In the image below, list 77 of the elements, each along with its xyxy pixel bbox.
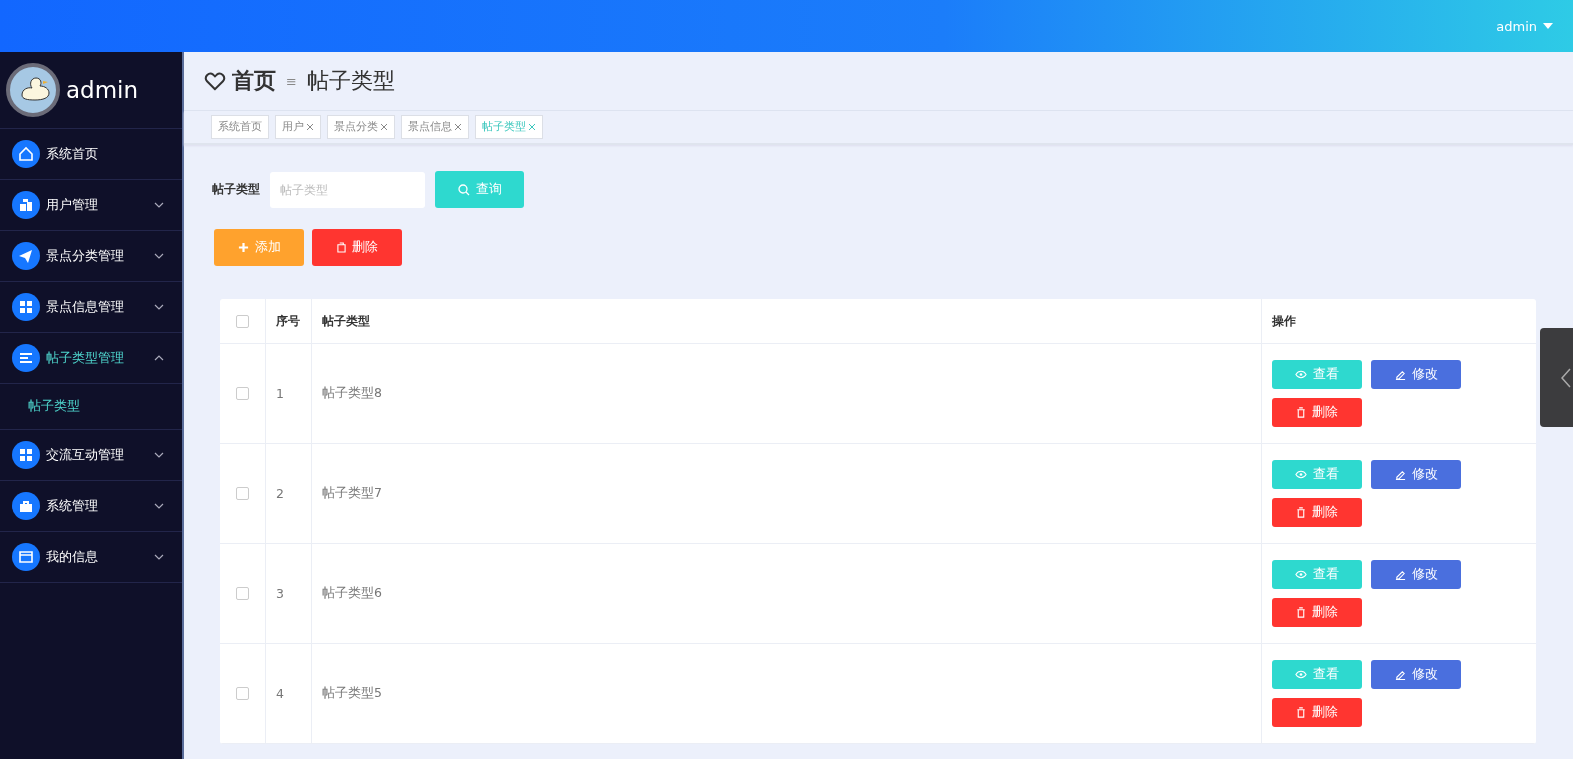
list-icon (12, 344, 40, 372)
caret-icon (1543, 23, 1553, 29)
avatar-icon (6, 63, 60, 117)
eye-icon (1295, 470, 1307, 479)
delete-button[interactable]: 删除 (1272, 498, 1362, 527)
row-checkbox[interactable] (236, 687, 249, 700)
edit-button[interactable]: 修改 (1371, 460, 1461, 489)
eye-icon (1295, 370, 1307, 379)
delete-button[interactable]: 删除 (1272, 598, 1362, 627)
heart-icon (204, 71, 226, 91)
column-header: 帖子类型 (312, 299, 1262, 343)
delete-button[interactable]: 删除 (1272, 698, 1362, 727)
breadcrumb-current: 帖子类型 (306, 67, 395, 95)
plane-icon (12, 242, 40, 270)
close-icon[interactable] (306, 123, 314, 131)
select-all-checkbox[interactable] (236, 314, 249, 328)
breadcrumb-separator: ≡ (286, 73, 297, 89)
home-icon (12, 140, 40, 168)
plus-icon (237, 242, 249, 253)
edit-button[interactable]: 修改 (1371, 560, 1461, 589)
breadcrumb-link[interactable]: 首页 (232, 66, 276, 96)
column-header: 序号 (266, 299, 312, 343)
page-tab[interactable]: 景点分类 (327, 115, 395, 139)
submenu-item[interactable]: 帖子类型 (0, 384, 182, 430)
edit-button[interactable]: 修改 (1371, 660, 1461, 689)
pencil-icon (1394, 469, 1406, 480)
close-icon[interactable] (380, 123, 388, 131)
close-icon[interactable] (528, 123, 536, 131)
table-cell: 2 (266, 444, 312, 543)
row-checkbox[interactable] (236, 487, 249, 500)
trash-icon (1296, 707, 1306, 718)
pencil-icon (1394, 669, 1406, 680)
trash-icon (1296, 607, 1306, 618)
table-cell: 1 (266, 344, 312, 443)
menu-item[interactable]: 用户管理 (0, 180, 182, 231)
column-header: 操作 (1271, 312, 1297, 330)
trash-icon (1296, 407, 1306, 418)
row-checkbox[interactable] (236, 587, 249, 600)
grid-icon (12, 293, 40, 321)
add-button[interactable]: 添加 (214, 229, 304, 266)
pencil-icon (1394, 369, 1406, 380)
user-menu[interactable]: admin (1496, 18, 1553, 34)
trash-icon (336, 242, 346, 253)
row-checkbox[interactable] (236, 387, 249, 400)
menu-item[interactable]: 交流互动管理 (0, 430, 182, 481)
page-tab[interactable]: 帖子类型 (475, 115, 543, 139)
field-label: 帖子类型 (212, 181, 260, 198)
menu-item[interactable]: 系统管理 (0, 481, 182, 532)
search-field[interactable]: 帖子类型 (270, 171, 425, 208)
table-cell: 帖子类型7 (312, 444, 1262, 543)
user-name: admin (66, 77, 139, 103)
trash-icon (1296, 507, 1306, 518)
table-cell: 3 (266, 544, 312, 643)
eye-icon (1295, 570, 1307, 579)
drawer-handle[interactable] (1540, 328, 1573, 427)
card-icon (12, 543, 40, 571)
page-tab[interactable]: 用户 (275, 115, 321, 139)
menu-item[interactable]: 我的信息 (0, 532, 182, 583)
page-tab[interactable]: 系统首页 (211, 115, 269, 139)
table-cell: 4 (266, 644, 312, 743)
table-cell: 帖子类型5 (312, 644, 1262, 743)
delete-button[interactable]: 删除 (1272, 398, 1362, 427)
table-cell: 帖子类型8 (312, 344, 1262, 443)
menu-item[interactable]: 系统首页 (0, 129, 182, 180)
delete-button[interactable]: 删除 (312, 229, 402, 266)
search-icon (457, 183, 470, 196)
eye-icon (1295, 670, 1307, 679)
pencil-icon (1394, 569, 1406, 580)
menu-item[interactable]: 景点信息管理 (0, 282, 182, 333)
table-cell: 帖子类型6 (312, 544, 1262, 643)
case-icon (12, 492, 40, 520)
grid-icon (12, 441, 40, 469)
page-tab[interactable]: 景点信息 (401, 115, 469, 139)
close-icon[interactable] (454, 123, 462, 131)
edit-button[interactable]: 修改 (1371, 360, 1461, 389)
menu-item[interactable]: 景点分类管理 (0, 231, 182, 282)
menu-item[interactable]: 帖子类型管理 (0, 333, 182, 384)
